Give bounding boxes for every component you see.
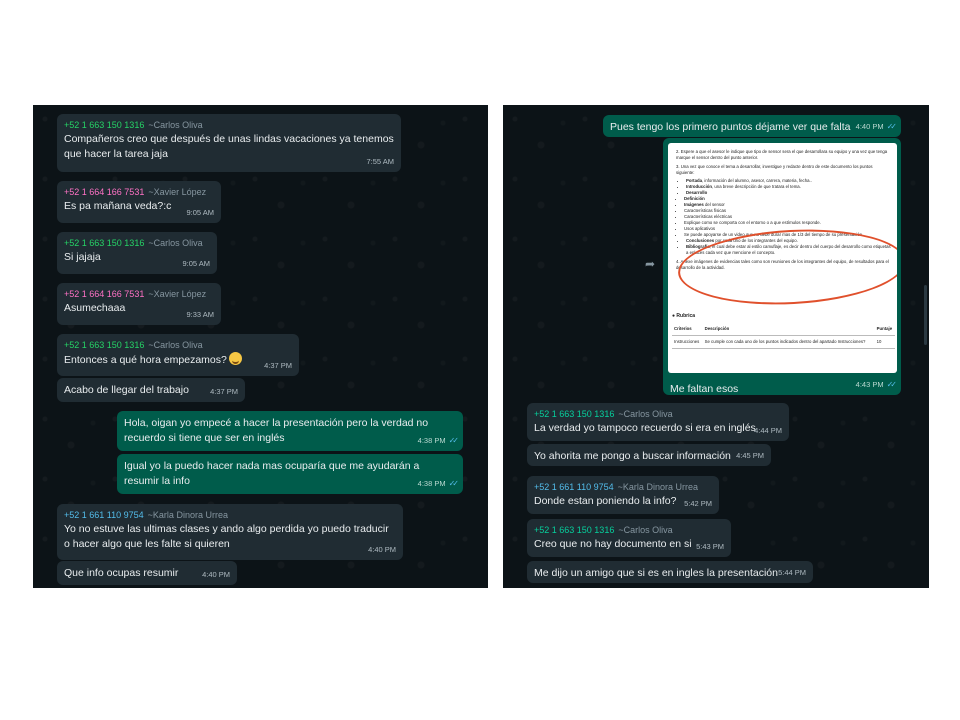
- rubric-cell: Instrucciones: [672, 335, 703, 349]
- read-check-icon: ✓✓: [448, 436, 460, 445]
- message-time: 7:55 AM: [366, 157, 394, 166]
- right-chat-screenshot: Pues tengo los primero puntos déjame ver…: [503, 105, 929, 588]
- message-time: 4:45 PM: [736, 451, 764, 460]
- message-time: 5:43 PM: [696, 542, 724, 551]
- forward-icon[interactable]: ➦: [645, 257, 655, 271]
- sender-alias: ~Carlos Oliva: [148, 238, 203, 248]
- message-bubble[interactable]: +52 1 663 150 1316 ~Carlos Oliva Si jajaj…: [57, 232, 217, 274]
- message-bubble[interactable]: Igual yo la puedo hacer nada mas ocuparí…: [117, 454, 463, 494]
- sender-number[interactable]: +52 1 663 150 1316: [64, 120, 144, 130]
- read-check-icon: ✓✓: [886, 380, 898, 389]
- doc-line: 2. Espere a que el asesor le indique que…: [676, 149, 888, 160]
- sender-alias: ~Carlos Oliva: [148, 340, 203, 350]
- scrollbar[interactable]: [924, 285, 927, 345]
- image-message-bubble[interactable]: 2. Espere a que el asesor le indique que…: [663, 138, 901, 395]
- message-time: 4:43 PM ✓✓: [855, 380, 898, 389]
- sender-number[interactable]: +52 1 661 110 9754: [64, 510, 144, 520]
- message-time: 9:33 AM: [186, 310, 214, 319]
- message-time: 5:42 PM: [684, 499, 712, 508]
- message-time: 4:44 PM: [754, 426, 782, 435]
- message-time: 5:44 PM: [778, 568, 806, 577]
- message-text: Entonces a qué hora empezamos?: [64, 354, 227, 366]
- grinning-sweat-emoji-icon: [228, 352, 242, 365]
- message-bubble[interactable]: Hola, oigan yo empecé a hacer la present…: [117, 411, 463, 451]
- message-time: 4:37 PM: [264, 361, 292, 370]
- read-check-icon: ✓✓: [448, 479, 460, 488]
- message-bubble[interactable]: +52 1 663 150 1316 ~Carlos Oliva Creo que…: [527, 519, 731, 557]
- sender-alias: ~Xavier López: [148, 187, 207, 197]
- message-text: Yo no estuve las ultimas clases y ando a…: [64, 523, 389, 550]
- sender-number[interactable]: +52 1 661 110 9754: [534, 482, 614, 492]
- message-text: La verdad yo tampoco recuerdo si era en …: [534, 422, 756, 434]
- message-time: 9:05 AM: [182, 259, 210, 268]
- message-text: Yo ahorita me pongo a buscar información: [534, 450, 731, 462]
- message-bubble[interactable]: +52 1 661 110 9754 ~Karla Dinora Urrea Yo…: [57, 504, 403, 560]
- message-text: Me dijo un amigo que si es en ingles la …: [534, 567, 778, 579]
- sender-alias: ~Carlos Oliva: [148, 120, 203, 130]
- sender-number[interactable]: +52 1 664 166 7531: [64, 187, 144, 197]
- message-bubble[interactable]: Pues tengo los primero puntos déjame ver…: [603, 115, 901, 137]
- sender-alias: ~Carlos Oliva: [618, 525, 673, 535]
- message-time: 4:38 PM ✓✓: [417, 436, 460, 445]
- message-bubble[interactable]: +52 1 664 166 7531 ~Xavier López Es pa ma…: [57, 181, 221, 223]
- sender-alias: ~Karla Dinora Urrea: [147, 510, 228, 520]
- message-time: 9:05 AM: [186, 208, 214, 217]
- message-text: Igual yo la puedo hacer nada mas ocuparí…: [124, 460, 420, 487]
- read-check-icon: ✓✓: [886, 122, 898, 131]
- doc-line: 3. Una vez que conoce el tema a desarrol…: [676, 164, 873, 175]
- message-time: 4:38 PM ✓✓: [417, 479, 460, 488]
- rubric-title: ● Rubrica: [672, 313, 696, 319]
- sender-number[interactable]: +52 1 664 166 7531: [64, 289, 144, 299]
- message-text: Compañeros creo que después de unas lind…: [64, 133, 394, 160]
- message-bubble[interactable]: +52 1 661 110 9754 ~Karla Dinora Urrea Do…: [527, 476, 719, 514]
- message-time: 4:37 PM: [210, 387, 238, 396]
- message-bubble[interactable]: Acabo de llegar del trabajo 4:37 PM: [57, 378, 245, 402]
- document-screenshot-image[interactable]: 2. Espere a que el asesor le indique que…: [668, 143, 897, 373]
- rubric-cell: Se cumple con cada uno de los puntos ind…: [702, 335, 875, 349]
- message-bubble[interactable]: Yo ahorita me pongo a buscar información…: [527, 444, 771, 466]
- image-caption: Me faltan esos: [670, 383, 739, 395]
- message-text: Pues tengo los primero puntos déjame ver…: [610, 121, 851, 133]
- message-bubble[interactable]: +52 1 663 150 1316 ~Carlos Oliva Entonces…: [57, 334, 299, 376]
- sender-number[interactable]: +52 1 663 150 1316: [534, 409, 614, 419]
- message-time: 4:40 PM: [368, 545, 396, 554]
- message-time: 4:40 PM ✓✓: [855, 122, 898, 131]
- sender-number[interactable]: +52 1 663 150 1316: [64, 238, 144, 248]
- left-chat-screenshot: +52 1 663 150 1316 ~Carlos Oliva Compañer…: [33, 105, 488, 588]
- message-bubble[interactable]: Me dijo un amigo que si es en ingles la …: [527, 561, 813, 583]
- sender-number[interactable]: +52 1 663 150 1316: [64, 340, 144, 350]
- message-text: Hola, oigan yo empecé a hacer la present…: [124, 417, 429, 444]
- rubric-header: Criterios: [672, 323, 703, 336]
- rubric-header: Puntaje: [874, 323, 895, 336]
- message-time: 4:40 PM: [202, 570, 230, 579]
- rubric-table: Criterios Descripción Puntaje Instruccio…: [672, 323, 895, 349]
- sender-alias: ~Carlos Oliva: [618, 409, 673, 419]
- sender-number[interactable]: +52 1 663 150 1316: [534, 525, 614, 535]
- rubric-cell: 10: [874, 335, 895, 349]
- message-bubble[interactable]: +52 1 663 150 1316 ~Carlos Oliva Compañer…: [57, 114, 401, 172]
- sender-alias: ~Karla Dinora Urrea: [617, 482, 698, 492]
- message-bubble[interactable]: Que info ocupas resumir 4:40 PM: [57, 561, 237, 585]
- message-sender: +52 1 663 150 1316 ~Carlos Oliva: [64, 119, 394, 131]
- message-bubble[interactable]: +52 1 663 150 1316 ~Carlos Oliva La verda…: [527, 403, 789, 441]
- message-bubble[interactable]: +52 1 664 166 7531 ~Xavier López Asumecha…: [57, 283, 221, 325]
- sender-alias: ~Xavier López: [148, 289, 207, 299]
- rubric-header: Descripción: [702, 323, 875, 336]
